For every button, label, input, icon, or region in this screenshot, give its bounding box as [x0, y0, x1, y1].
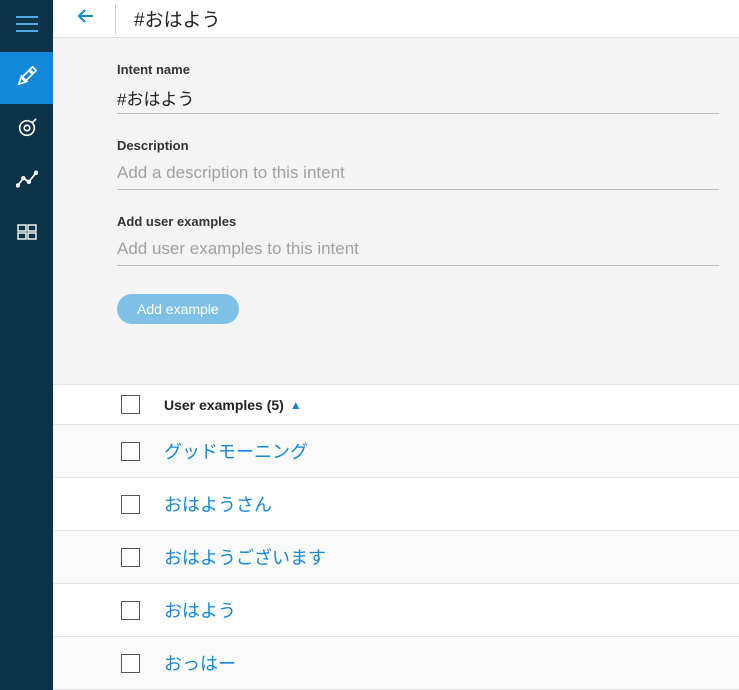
- intent-name-label: Intent name: [117, 62, 719, 77]
- add-examples-input[interactable]: [117, 235, 719, 266]
- topbar: #おはよう: [53, 0, 739, 38]
- examples-list: グッドモーニングおはようさんおはようございますおはようおっはー: [53, 425, 739, 690]
- example-text[interactable]: おはようございます: [164, 544, 326, 570]
- example-text[interactable]: おはようさん: [164, 491, 272, 517]
- intent-form: Intent name Description Add user example…: [53, 38, 739, 344]
- sidebar-item-menu[interactable]: [0, 0, 53, 52]
- description-label: Description: [117, 138, 719, 153]
- example-text[interactable]: グッドモーニング: [164, 438, 308, 464]
- add-examples-label: Add user examples: [117, 214, 719, 229]
- back-button[interactable]: [73, 6, 99, 32]
- page-title: #おはよう: [134, 5, 221, 32]
- example-checkbox[interactable]: [121, 442, 140, 461]
- example-checkbox[interactable]: [121, 495, 140, 514]
- example-row: おっはー: [53, 637, 739, 690]
- target-icon: [16, 117, 38, 144]
- example-row: おはようございます: [53, 531, 739, 584]
- sidebar-item-catalog[interactable]: [0, 208, 53, 260]
- analytics-icon: [16, 169, 38, 196]
- example-text[interactable]: おはよう: [164, 597, 236, 623]
- sidebar-item-build[interactable]: [0, 52, 53, 104]
- example-row: おはようさん: [53, 478, 739, 531]
- example-text[interactable]: おっはー: [164, 650, 236, 676]
- sidebar-item-target[interactable]: [0, 104, 53, 156]
- sidebar-item-analytics[interactable]: [0, 156, 53, 208]
- examples-header-label[interactable]: User examples (5): [164, 397, 284, 413]
- grid-icon: [17, 224, 37, 245]
- example-row: おはよう: [53, 584, 739, 637]
- add-example-button[interactable]: Add example: [117, 294, 239, 324]
- examples-header: User examples (5) ▲: [53, 384, 739, 425]
- example-row: グッドモーニング: [53, 425, 739, 478]
- tools-icon: [16, 65, 38, 92]
- main-content: #おはよう Intent name Description Add user e…: [53, 0, 739, 690]
- example-checkbox[interactable]: [121, 601, 140, 620]
- intent-name-input[interactable]: [117, 83, 719, 114]
- description-input[interactable]: [117, 159, 719, 190]
- arrow-left-icon: [77, 8, 95, 29]
- example-checkbox[interactable]: [121, 548, 140, 567]
- sidebar: [0, 0, 53, 690]
- divider: [115, 4, 116, 34]
- sort-arrow-icon[interactable]: ▲: [290, 398, 302, 412]
- select-all-checkbox[interactable]: [121, 395, 140, 414]
- hamburger-icon: [16, 15, 38, 38]
- example-checkbox[interactable]: [121, 654, 140, 673]
